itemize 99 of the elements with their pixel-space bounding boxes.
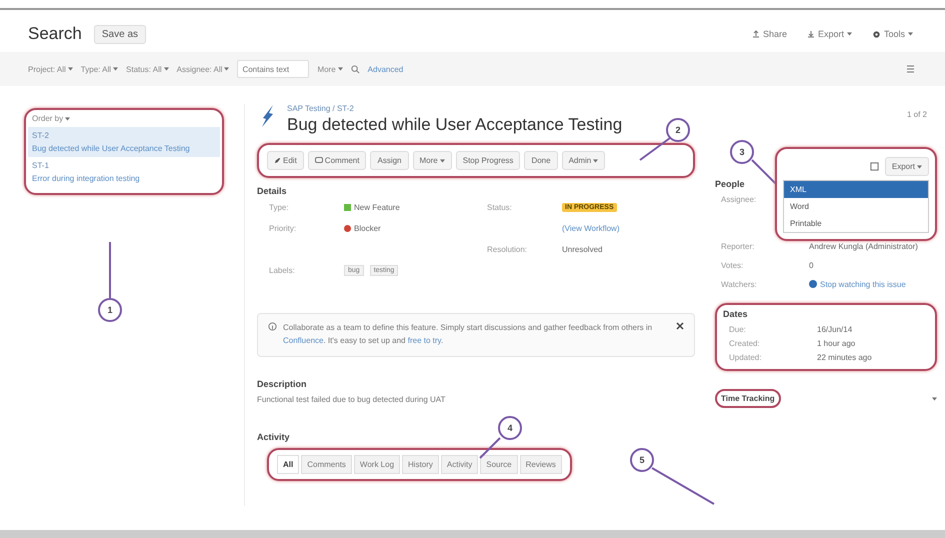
leader-line [109, 242, 111, 298]
field-label: Status: [487, 202, 513, 212]
activity-tab[interactable]: History [402, 454, 439, 474]
field-label: Watchers: [721, 280, 758, 289]
caret-icon [113, 67, 118, 71]
close-icon [676, 322, 684, 330]
field-label: Assignee: [721, 195, 758, 204]
menu-item[interactable]: XML [784, 181, 928, 198]
export-button[interactable]: Export [884, 157, 929, 176]
callout-number: 3 [730, 140, 754, 164]
toolbar-button[interactable]: Done [524, 151, 558, 170]
section-heading: Activity [257, 432, 290, 442]
info-link[interactable]: free to try [408, 336, 441, 345]
callout-number: 2 [666, 118, 690, 142]
advanced-link[interactable]: Advanced [368, 64, 404, 74]
field-value: Unresolved [562, 244, 602, 254]
caret-icon [593, 158, 598, 162]
section-heading: Time Tracking [715, 389, 781, 408]
field-label: Due: [729, 325, 747, 334]
save-as-button[interactable]: Save as [94, 24, 146, 44]
field-label: Priority: [269, 224, 298, 232]
caret-icon [224, 67, 230, 71]
field-label: Reporter: [721, 242, 756, 251]
leader-line [480, 438, 500, 458]
filter-dropdown[interactable]: Project: All [28, 64, 73, 74]
search-icon[interactable] [350, 64, 360, 74]
callout-number: 5 [630, 448, 654, 472]
caret-icon [932, 396, 937, 400]
caret-icon [65, 116, 70, 120]
blocker-icon [344, 224, 351, 232]
pencil-icon [274, 157, 281, 164]
section-heading: Description [257, 378, 307, 389]
section-heading: Details [257, 186, 287, 196]
caret-icon [164, 67, 169, 71]
activity-tab[interactable]: Reviews [520, 454, 562, 474]
field-label: Resolution: [487, 244, 528, 254]
field-label: Created: [729, 339, 761, 348]
activity-tab[interactable]: Source [480, 454, 518, 474]
leader-line [752, 160, 776, 184]
section-heading: Dates [723, 309, 748, 319]
info-link[interactable]: Confluence [283, 336, 324, 345]
field-value: 1 hour ago [817, 339, 856, 348]
watch-link[interactable]: Stop watching this issue [820, 280, 906, 289]
leader-line [640, 138, 670, 160]
download-icon [806, 30, 815, 38]
toolbar-button[interactable]: Stop Progress [456, 151, 520, 170]
order-by-dropdown[interactable]: Order by [28, 112, 74, 127]
plus-square-icon [344, 204, 351, 210]
toolbar-button[interactable]: Admin [562, 151, 606, 170]
description-text: Functional test failed due to bug detected during UAT [257, 394, 446, 404]
activity-tab[interactable]: Work Log [354, 454, 400, 474]
eye-icon [809, 280, 817, 288]
field-label: Votes: [721, 261, 744, 270]
search-field[interactable]: Contains text [237, 60, 310, 78]
field-label: Labels: [269, 266, 296, 275]
pager-text: 1 of 2 [906, 109, 928, 119]
activity-tab[interactable]: Activity [440, 454, 478, 474]
caret-icon [68, 67, 73, 71]
caret-icon [338, 67, 343, 71]
header-action-button[interactable]: Tools [868, 29, 917, 39]
comment-icon [314, 157, 323, 164]
caret-icon [908, 32, 913, 36]
toolbar-button[interactable]: More [412, 151, 452, 170]
field-value: New Feature [354, 202, 400, 212]
caret-icon [440, 158, 445, 162]
issue-list-item[interactable]: ST-2 Bug detected while User Acceptance Testing [28, 127, 220, 157]
close-button[interactable] [676, 322, 684, 330]
toolbar-button[interactable]: Comment [308, 151, 366, 170]
filter-dropdown[interactable]: Type: All [80, 64, 118, 74]
field-value: 22 minutes ago [817, 353, 873, 362]
field-value: Andrew Kungla (Administrator) [809, 242, 919, 251]
activity-tab[interactable]: Comments [301, 454, 352, 474]
filter-dropdown[interactable]: Assignee: All [176, 64, 230, 74]
filter-dropdown[interactable]: Status: All [126, 64, 169, 74]
breadcrumb-link[interactable]: SAP Testing / ST-2 [287, 104, 622, 113]
caret-icon [917, 164, 922, 168]
header-action-button[interactable]: Export [802, 29, 856, 39]
header-action-button[interactable]: Share [748, 29, 791, 39]
field-value: 0 [809, 261, 814, 270]
settings-icon [872, 30, 881, 38]
callout-number: 1 [98, 298, 122, 322]
workflow-link[interactable]: (View Workflow) [562, 224, 620, 232]
list-view-icon[interactable] [907, 65, 917, 73]
page-title: Search [28, 24, 82, 44]
more-dropdown[interactable]: More [317, 64, 343, 74]
toolbar-button[interactable]: Edit [267, 151, 304, 170]
caret-icon [846, 32, 852, 36]
field-label: Updated: [729, 353, 762, 362]
activity-tab[interactable]: All [277, 454, 300, 474]
toolbar-button[interactable]: Assign [370, 151, 408, 170]
callout-number: 4 [498, 416, 522, 440]
section-heading: People [715, 179, 745, 189]
field-value: Blocker [354, 224, 381, 232]
leader-line [652, 468, 714, 504]
field-value: 16/Jun/14 [817, 325, 854, 334]
info-icon [268, 322, 277, 331]
info-text: Collaborate as a team to define this feature. Simply start discussions and gather feedback from others in Confluence. It's easy to set up and free to try. [283, 322, 654, 347]
issue-title: Bug detected while User Acceptance Testing [287, 115, 622, 135]
field-label: Type: [269, 202, 290, 212]
